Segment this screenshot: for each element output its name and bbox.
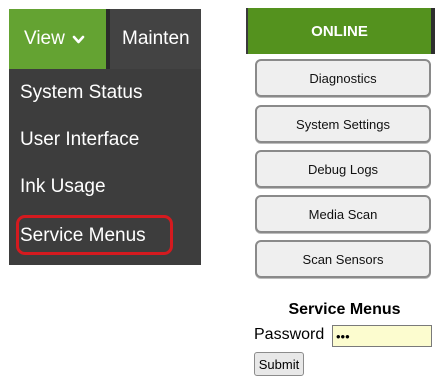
diagnostics-button[interactable]: Diagnostics <box>255 59 431 97</box>
submit-button[interactable]: Submit <box>254 352 304 376</box>
service-menus-title: Service Menus <box>288 301 401 318</box>
status-bar: ONLINE <box>248 8 431 54</box>
status-label: ONLINE <box>311 22 368 40</box>
menu-item-user-interface[interactable]: User Interface <box>9 116 201 163</box>
tab-view-label: View <box>24 28 65 49</box>
tab-view[interactable]: View <box>9 9 106 69</box>
highlight-ring <box>16 215 173 255</box>
scan-sensors-button[interactable]: Scan Sensors <box>255 240 431 278</box>
button-label: System Settings <box>296 116 390 132</box>
menu-item-system-status[interactable]: System Status <box>9 69 201 116</box>
system-settings-button[interactable]: System Settings <box>255 105 431 143</box>
button-label: Media Scan <box>308 206 378 222</box>
password-field[interactable] <box>332 325 432 347</box>
menu-tab-bar: View Mainten <box>9 9 201 69</box>
tab-maintenance[interactable]: Mainten <box>110 9 201 69</box>
chevron-down-icon <box>72 35 85 43</box>
panel-edge-right <box>431 8 435 54</box>
password-label: Password <box>254 326 325 343</box>
button-label: Debug Logs <box>307 161 379 177</box>
media-scan-button[interactable]: Media Scan <box>255 195 431 233</box>
dropdown-list: System Status User Interface Ink Usage S… <box>9 69 201 265</box>
button-label: Diagnostics <box>309 70 377 86</box>
menu-item-label: System Status <box>20 81 143 103</box>
debug-logs-button[interactable]: Debug Logs <box>255 150 431 188</box>
service-panel: ONLINE Diagnostics System Settings Debug… <box>246 0 435 382</box>
menu-item-label: Ink Usage <box>20 175 106 197</box>
menu-item-ink-usage[interactable]: Ink Usage <box>9 163 201 210</box>
tab-maintenance-label: Mainten <box>122 28 190 49</box>
menu-item-service-menus[interactable]: Service Menus <box>9 212 201 259</box>
menu-item-label: User Interface <box>20 128 140 150</box>
button-label: Scan Sensors <box>302 251 384 267</box>
view-dropdown-menu: View Mainten System Status User Interfac… <box>9 9 201 265</box>
